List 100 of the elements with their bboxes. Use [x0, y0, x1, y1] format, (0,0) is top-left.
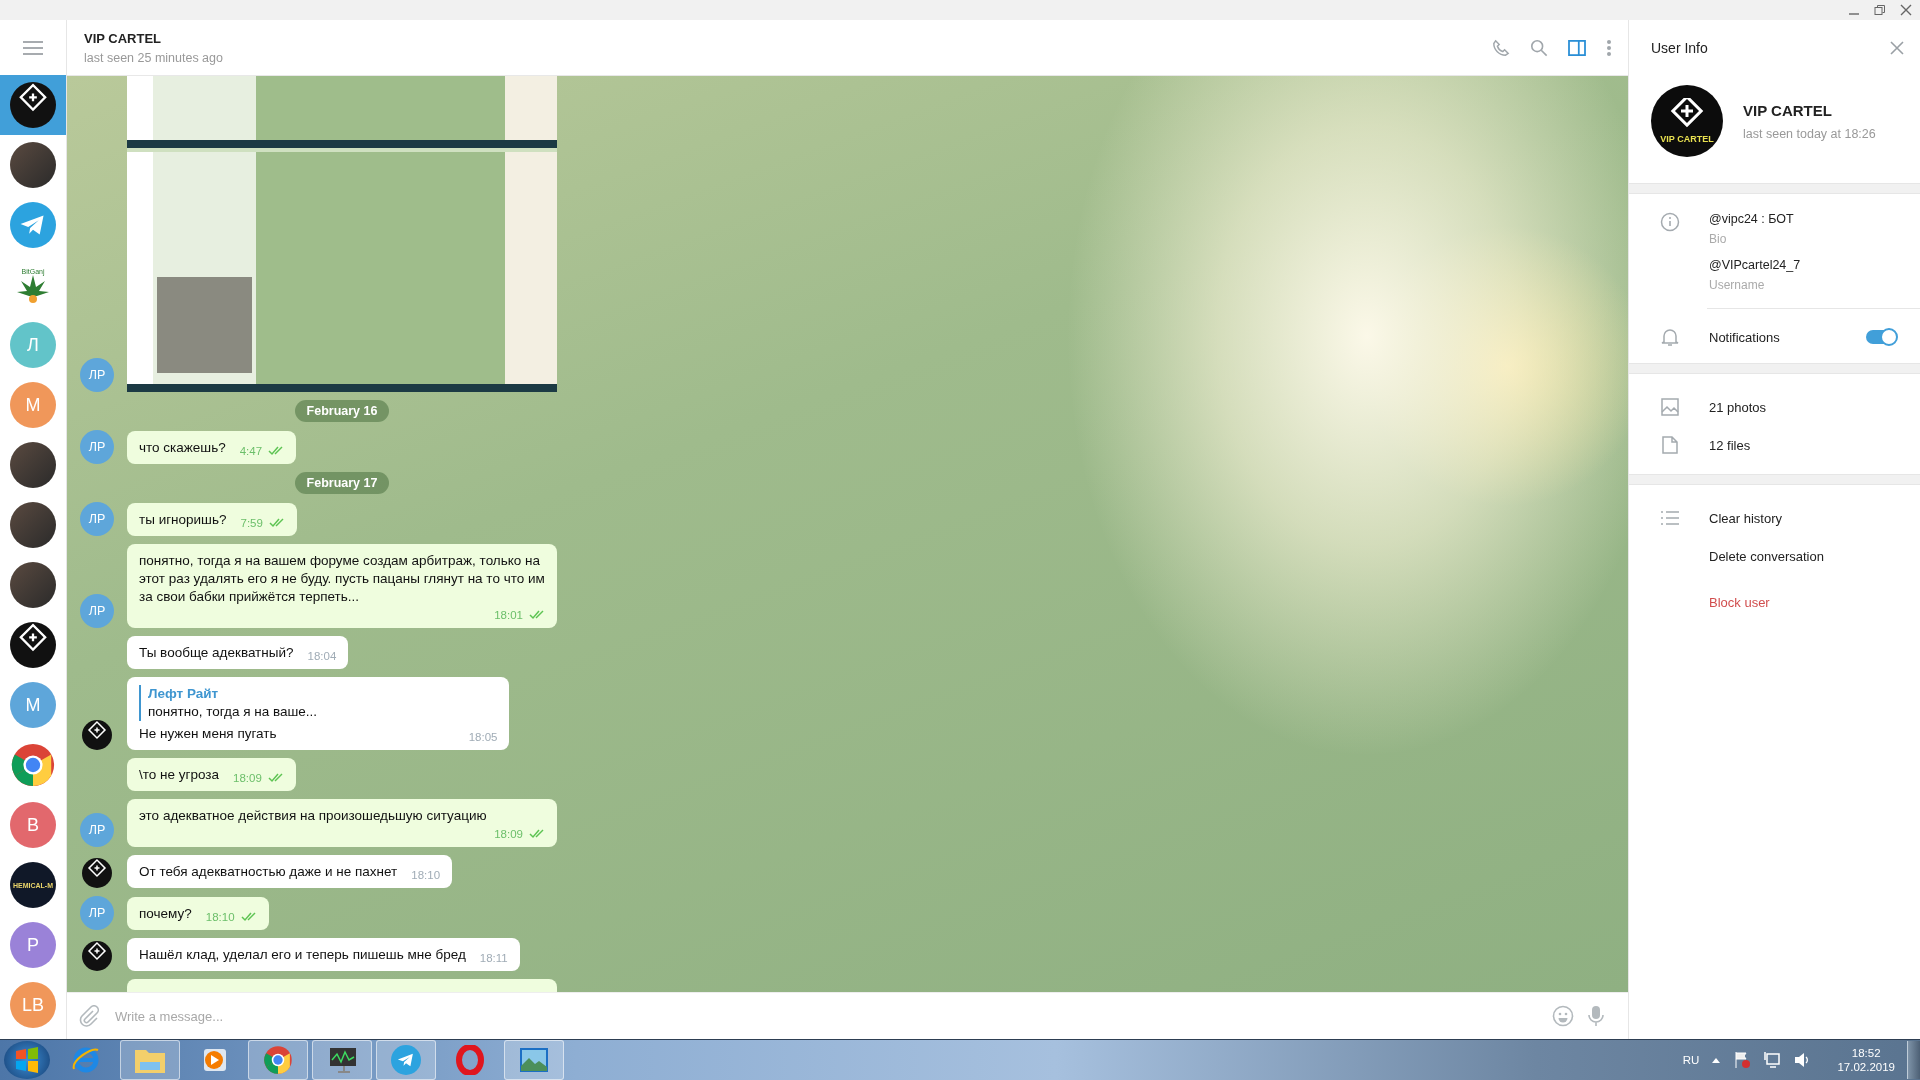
user-avatar: ЛР	[80, 430, 114, 464]
letter-avatar: B	[10, 802, 56, 848]
date-badge: February 16	[294, 400, 390, 422]
taskbar-app[interactable]	[312, 1040, 372, 1080]
message-time: 18:09	[233, 771, 262, 786]
action-link[interactable]: Block user	[1629, 583, 1920, 621]
browser-e-icon	[71, 1045, 101, 1075]
clock[interactable]: 18:52 17.02.2019	[1823, 1047, 1895, 1073]
chrome-icon[interactable]	[263, 1045, 293, 1075]
message-text: почему?	[139, 905, 192, 923]
image-icon	[1661, 398, 1679, 416]
start-button[interactable]	[4, 1041, 50, 1079]
screenshot-image[interactable]	[127, 76, 557, 392]
language-indicator[interactable]: RU	[1682, 1054, 1700, 1066]
message-text: что скажешь?	[139, 439, 226, 457]
reply-author: Лефт Райт	[148, 685, 220, 703]
notifications-label: Notifications	[1709, 329, 1781, 345]
attach-icon[interactable]	[79, 1005, 99, 1027]
avatar-photo-placeholder	[10, 442, 56, 488]
message-text: От тебя адекватностью даже и не пахнет	[139, 863, 398, 881]
message-text: Нашёл клад, уделал его и теперь пишешь мне бред	[139, 946, 466, 964]
taskbar-app[interactable]	[504, 1040, 564, 1080]
chat-list-item[interactable]: B	[0, 795, 66, 855]
emoji-icon[interactable]	[1552, 1005, 1574, 1027]
message-time: 18:04	[307, 649, 337, 664]
close-icon[interactable]	[1890, 40, 1904, 55]
date-badge: February 17	[294, 472, 390, 494]
menu-icon[interactable]	[23, 40, 43, 55]
message-time: 18:09	[494, 827, 523, 842]
field-label: Bio	[1709, 232, 1728, 246]
message-text: это адекватное действия на произошедьшую ситуацию	[139, 807, 487, 825]
telegram-icon[interactable]	[10, 202, 56, 248]
logo-icon	[10, 622, 56, 668]
chrome-icon[interactable]	[10, 742, 56, 788]
media-link[interactable]: 12 files	[1629, 426, 1920, 464]
profile-avatar: VIP CARTEL	[1651, 85, 1723, 157]
search-icon[interactable]	[1530, 38, 1548, 57]
message-time: 4:47	[239, 444, 263, 459]
letter-avatar: M	[10, 682, 56, 728]
message-text: ты игноришь?	[139, 511, 227, 529]
action-link[interactable]: Delete conversation	[1629, 537, 1920, 575]
user-avatar: ЛР	[80, 594, 114, 628]
chat-list-item[interactable]	[0, 75, 66, 135]
message-text: Ты вообще адекватный?	[139, 644, 294, 662]
panel-title: User Info	[1651, 39, 1708, 56]
letter-avatar: M	[10, 382, 56, 428]
profile-status: last seen today at 18:26	[1743, 126, 1876, 141]
network-icon[interactable]	[1763, 1051, 1782, 1069]
windows-logo-icon	[13, 1046, 41, 1074]
user-avatar: ЛР	[80, 896, 114, 930]
field-value[interactable]: @VIPcartel24_7	[1709, 258, 1801, 272]
logo-icon	[82, 720, 112, 750]
message-time: 18:11	[479, 951, 508, 966]
avatar-photo-placeholder	[10, 562, 56, 608]
user-avatar: ЛР	[80, 813, 114, 847]
letter-avatar: LB	[10, 982, 56, 1028]
side-panel-icon[interactable]	[1568, 39, 1586, 56]
message-text: понятно, тогда я на вашем форуме создам арбитраж, только на этот раз удалять его я не буду. пусть пацаны глянут на то что им за свои бабки прийжётся терпеть...	[139, 552, 545, 606]
picture-icon	[518, 1046, 550, 1074]
letter-avatar: P	[10, 922, 56, 968]
message-time: 18:05	[468, 730, 498, 745]
list-icon	[1661, 511, 1679, 525]
caret-icon[interactable]	[1711, 1056, 1722, 1064]
message-time: 18:10	[411, 868, 441, 883]
field-value[interactable]: @vipc24 : БОТ	[1709, 212, 1794, 226]
o-icon	[456, 1045, 484, 1075]
media-link[interactable]: 21 photos	[1629, 388, 1920, 426]
logo-icon	[82, 858, 112, 888]
message-time: 18:10	[205, 910, 235, 925]
microphone-icon[interactable]	[1588, 1005, 1604, 1027]
bell-icon	[1661, 327, 1679, 347]
chat-title: VIP CARTEL	[84, 30, 163, 46]
profile-name: VIP CARTEL	[1743, 101, 1833, 119]
close-icon[interactable]	[1900, 4, 1912, 16]
show-desktop-button[interactable]	[1907, 1041, 1920, 1079]
user-avatar: ЛР	[80, 502, 114, 536]
info-icon	[1660, 212, 1680, 232]
telegram-icon[interactable]	[391, 1045, 421, 1075]
message-time: 18:01	[494, 608, 523, 623]
message-time: 7:59	[240, 516, 263, 531]
message-text: \то не угроза	[139, 766, 219, 784]
chat-status: last seen 25 minutes ago	[84, 50, 223, 65]
flag-icon[interactable]	[1733, 1051, 1752, 1069]
logo-icon	[10, 82, 56, 128]
logo-icon	[82, 941, 112, 971]
more-icon[interactable]	[1606, 38, 1612, 57]
chat-list-item[interactable]: P	[0, 915, 66, 975]
avatar-photo-placeholder	[10, 502, 56, 548]
reply-text: понятно, тогда я на ваше...	[148, 703, 319, 721]
field-label: Username	[1709, 278, 1766, 292]
file-icon	[1662, 436, 1678, 454]
letter-avatar: Л	[10, 322, 56, 368]
action-link[interactable]: Clear history	[1629, 499, 1920, 537]
phone-icon[interactable]	[1492, 38, 1510, 57]
message-text: Не нужен меня пугать	[139, 725, 277, 743]
user-avatar: ЛР	[80, 358, 114, 392]
restore-icon[interactable]	[1874, 4, 1886, 16]
reply-quote[interactable]: Лефт Райт понятно, тогда я на ваше...	[139, 685, 507, 721]
notifications-toggle[interactable]	[1866, 330, 1896, 344]
avatar-photo-placeholder	[10, 142, 56, 188]
